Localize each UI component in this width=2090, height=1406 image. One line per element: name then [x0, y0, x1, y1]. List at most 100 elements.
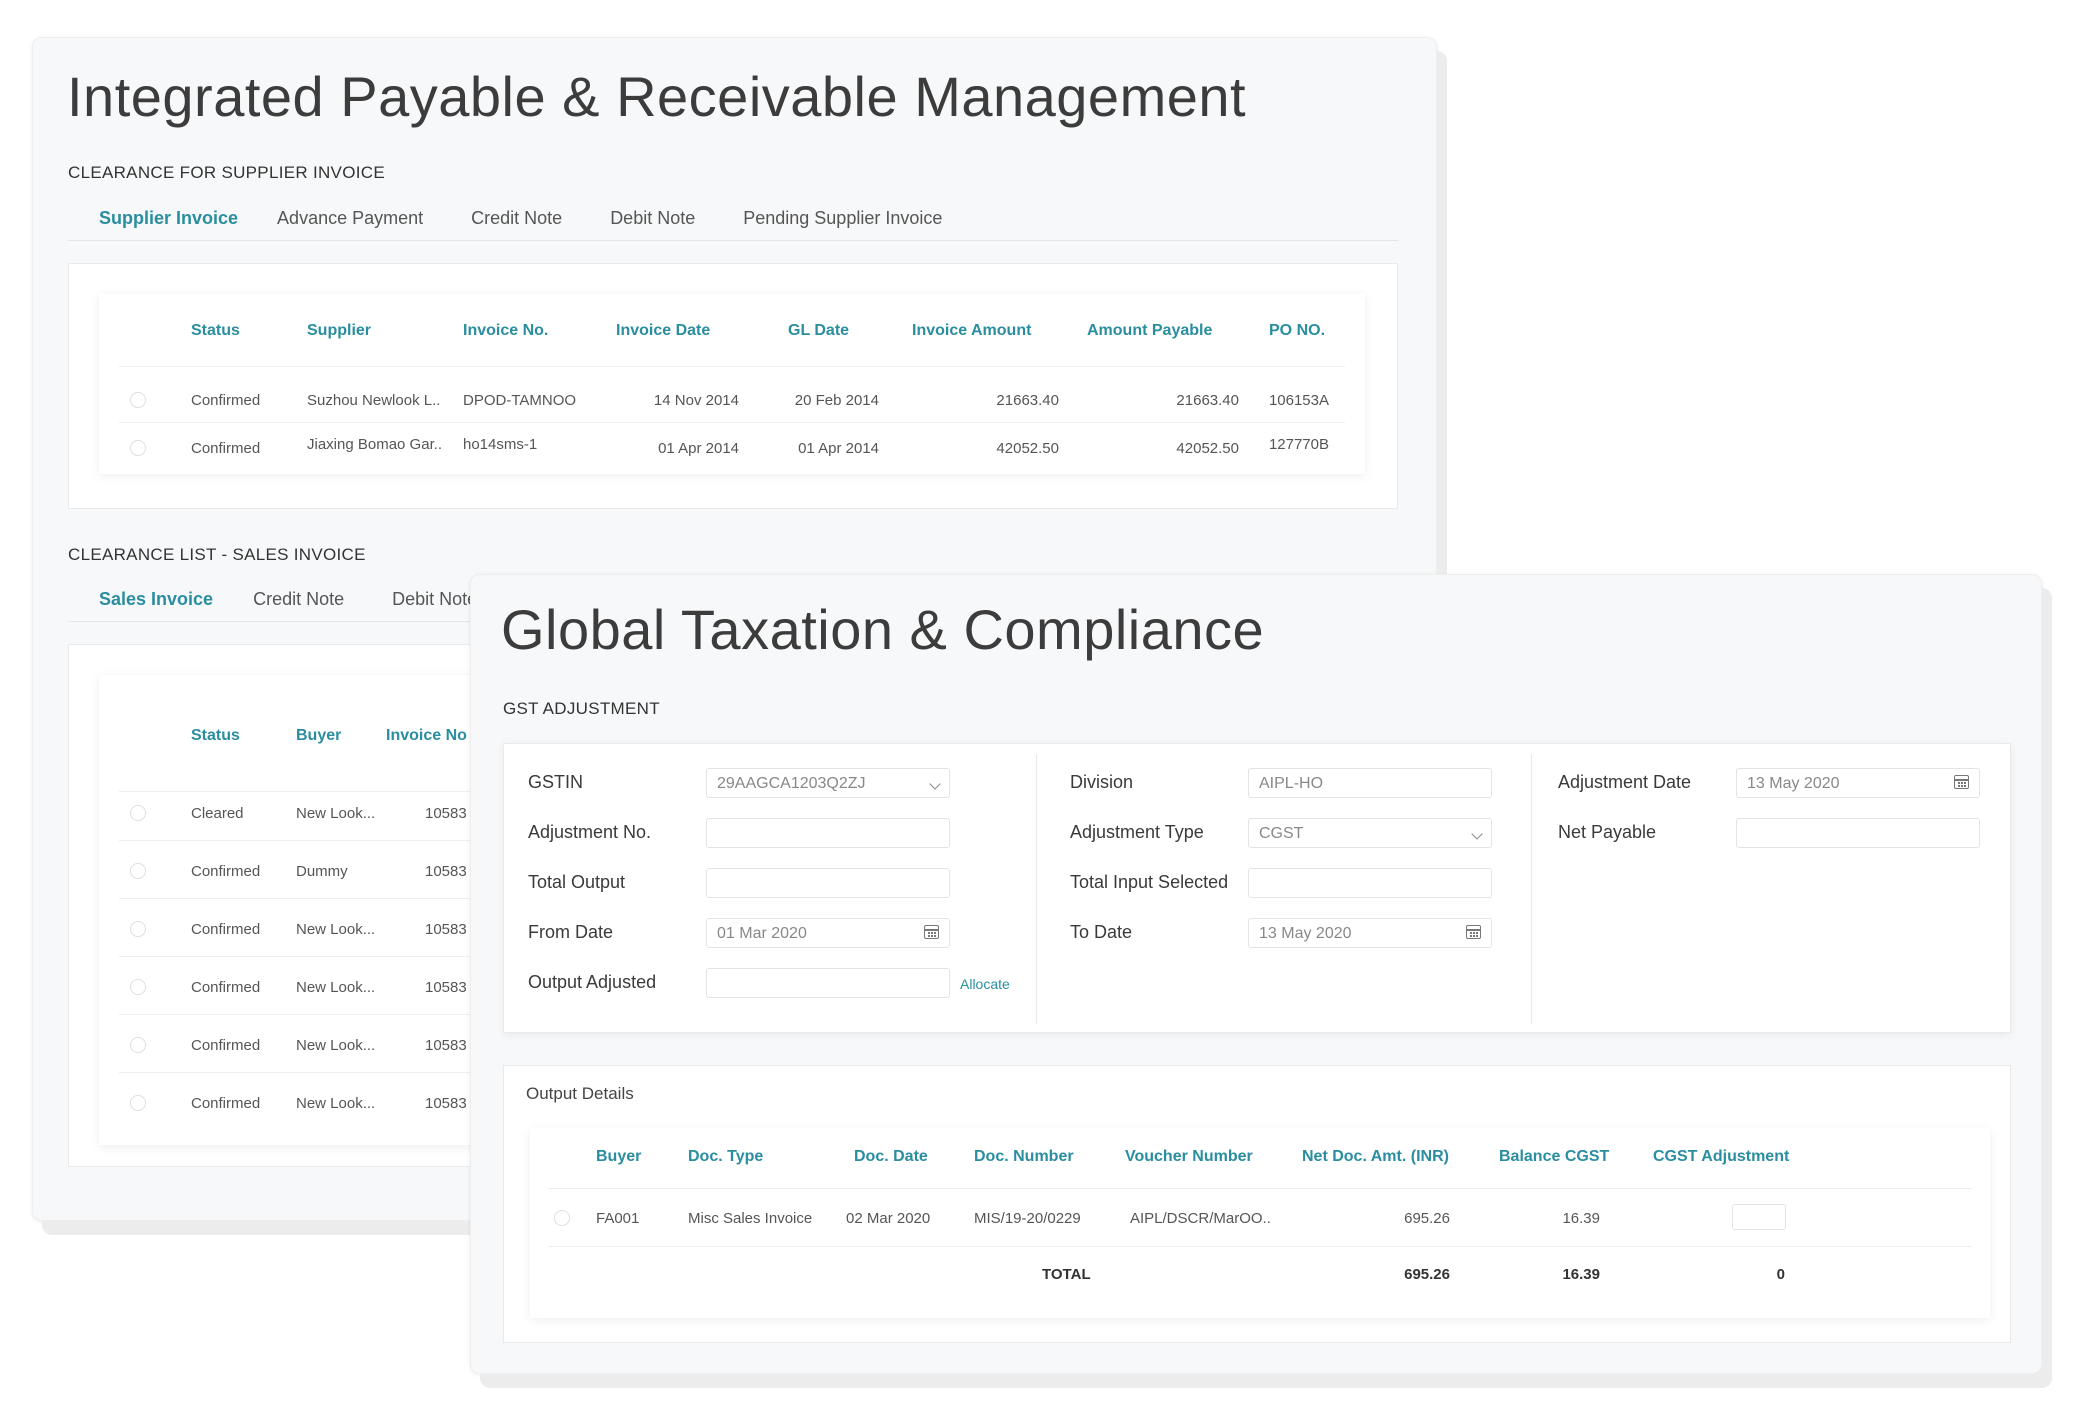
row-divider	[119, 366, 1345, 367]
calendar-icon[interactable]	[924, 925, 939, 942]
cell-amount-payable: 42052.50	[1176, 440, 1239, 457]
row-select-radio[interactable]	[130, 440, 146, 456]
total-input-selected-input[interactable]	[1248, 868, 1492, 898]
cell-buyer: New Look...	[296, 979, 376, 996]
cell-status: Cleared	[191, 805, 244, 822]
cell-invoice-no: 10583	[425, 1037, 467, 1054]
col-invoice-date: Invoice Date	[616, 322, 711, 339]
gstin-label: GSTIN	[528, 772, 584, 792]
row-select-radio[interactable]	[130, 921, 146, 937]
cell-invoice-amount: 42052.50	[996, 440, 1059, 457]
tab-debit-note[interactable]: Debit Note	[610, 208, 695, 229]
allocate-link[interactable]: Allocate	[960, 976, 1010, 992]
row-divider	[548, 1188, 1972, 1189]
row-select-radio[interactable]	[130, 1037, 146, 1053]
cell-supplier: Jiaxing Bomao Gar..	[307, 436, 443, 453]
row-divider	[119, 422, 1345, 423]
row-select-radio[interactable]	[130, 392, 146, 408]
tab-debit-note[interactable]: Debit Note	[392, 589, 477, 610]
row-select-radio[interactable]	[554, 1210, 570, 1226]
calendar-icon[interactable]	[1466, 925, 1481, 942]
net-payable-input[interactable]	[1736, 818, 1980, 848]
row-select-radio[interactable]	[130, 1095, 146, 1111]
to-date-input[interactable]: 13 May 2020	[1248, 918, 1492, 948]
total-label: TOTAL	[1042, 1266, 1091, 1283]
cell-gl-date: 01 Apr 2014	[798, 440, 879, 457]
adjustment-date-input[interactable]: 13 May 2020	[1736, 768, 1980, 798]
gst-adjustment-label: GST ADJUSTMENT	[503, 699, 660, 718]
tab-sales-invoice[interactable]: Sales Invoice	[99, 589, 213, 610]
adjustment-type-select[interactable]: CGST	[1248, 818, 1492, 848]
col-balance-cgst: Balance CGST	[1499, 1148, 1610, 1165]
total-net-doc-amt: 695.26	[1404, 1266, 1450, 1283]
tab-pending-supplier-invoice[interactable]: Pending Supplier Invoice	[743, 208, 942, 229]
total-output-label: Total Output	[528, 872, 626, 892]
supplier-invoice-card: Status Supplier Invoice No. Invoice Date…	[68, 263, 1398, 509]
row-select-radio[interactable]	[130, 863, 146, 879]
col-amount-payable: Amount Payable	[1087, 322, 1213, 339]
output-adjusted-label: Output Adjusted	[528, 972, 657, 992]
output-details-label: Output Details	[526, 1084, 634, 1103]
col-doc-type: Doc. Type	[688, 1148, 764, 1165]
adjustment-no-label: Adjustment No.	[528, 822, 652, 842]
adjustment-no-input[interactable]	[706, 818, 950, 848]
cell-gl-date: 20 Feb 2014	[794, 392, 879, 409]
cell-doc-number: MIS/19-20/0229	[974, 1210, 1081, 1227]
cell-balance-cgst: 16.39	[1562, 1210, 1600, 1227]
col-net-doc-amt: Net Doc. Amt. (INR)	[1302, 1148, 1449, 1165]
page-title: Integrated Payable & Receivable Manageme…	[67, 65, 1247, 128]
cell-status: Confirmed	[191, 1095, 261, 1112]
division-input[interactable]: AIPL-HO	[1248, 768, 1492, 798]
total-input-selected-label: Total Input Selected	[1070, 872, 1229, 892]
from-date-input[interactable]: 01 Mar 2020	[706, 918, 950, 948]
col-voucher-number: Voucher Number	[1125, 1148, 1253, 1165]
col-invoice-amount: Invoice Amount	[912, 322, 1032, 339]
cell-status: Confirmed	[191, 392, 261, 409]
supplier-tabs: Supplier Invoice Advance Payment Credit …	[68, 197, 1398, 241]
cell-buyer: New Look...	[296, 805, 376, 822]
from-date-label: From Date	[528, 922, 614, 942]
cell-invoice-no: DPOD-TAMNOO	[463, 392, 577, 409]
cell-supplier: Suzhou Newlook L..	[307, 392, 441, 409]
cgst-adjustment-input[interactable]	[1732, 1204, 1786, 1230]
output-details-card: Output Details Buyer Doc. Type Doc. Date…	[503, 1065, 2011, 1343]
adjustment-date-value: 13 May 2020	[1747, 775, 1840, 792]
row-divider	[548, 1246, 1972, 1247]
global-taxation-panel: Global Taxation & Compliance GST ADJUSTM…	[470, 574, 2042, 1374]
total-output-input[interactable]	[706, 868, 950, 898]
output-adjusted-input[interactable]	[706, 968, 950, 998]
cell-invoice-no: ho14sms-1	[463, 436, 538, 453]
gstin-value: 29AAGCA1203Q2ZJ	[717, 775, 866, 792]
calendar-icon[interactable]	[1954, 775, 1969, 792]
cell-buyer: New Look...	[296, 921, 376, 938]
adjustment-type-value: CGST	[1259, 825, 1304, 842]
tab-advance-payment[interactable]: Advance Payment	[277, 208, 423, 229]
net-payable-label: Net Payable	[1558, 822, 1657, 842]
row-select-radio[interactable]	[130, 979, 146, 995]
cell-voucher-number: AIPL/DSCR/MarOO..	[1130, 1210, 1271, 1227]
cell-invoice-amount: 21663.40	[996, 392, 1059, 409]
cell-doc-date: 02 Mar 2020	[846, 1210, 931, 1227]
cell-doc-type: Misc Sales Invoice	[688, 1210, 813, 1227]
col-buyer: Buyer	[296, 727, 342, 744]
tab-credit-note[interactable]: Credit Note	[253, 589, 344, 610]
cell-invoice-no: 10583	[425, 979, 467, 996]
cell-buyer: FA001	[596, 1210, 640, 1227]
cell-po-no: 127770B	[1268, 436, 1329, 453]
supplier-section-label: CLEARANCE FOR SUPPLIER INVOICE	[68, 163, 385, 182]
col-doc-number: Doc. Number	[974, 1148, 1074, 1165]
cell-invoice-no: 10583	[425, 805, 467, 822]
cell-net-doc-amt: 695.26	[1404, 1210, 1450, 1227]
col-status: Status	[191, 727, 240, 744]
cell-status: Confirmed	[191, 979, 261, 996]
supplier-invoice-table: Status Supplier Invoice No. Invoice Date…	[99, 294, 1365, 474]
page-title: Global Taxation & Compliance	[501, 598, 1265, 661]
tab-credit-note[interactable]: Credit Note	[471, 208, 562, 229]
cell-po-no: 106153A	[1268, 392, 1329, 409]
sales-section-label: CLEARANCE LIST - SALES INVOICE	[68, 545, 366, 564]
gstin-select[interactable]: 29AAGCA1203Q2ZJ	[706, 768, 950, 798]
tab-supplier-invoice[interactable]: Supplier Invoice	[99, 208, 238, 229]
row-select-radio[interactable]	[130, 805, 146, 821]
chevron-down-icon	[929, 775, 941, 791]
from-date-value: 01 Mar 2020	[717, 925, 807, 942]
